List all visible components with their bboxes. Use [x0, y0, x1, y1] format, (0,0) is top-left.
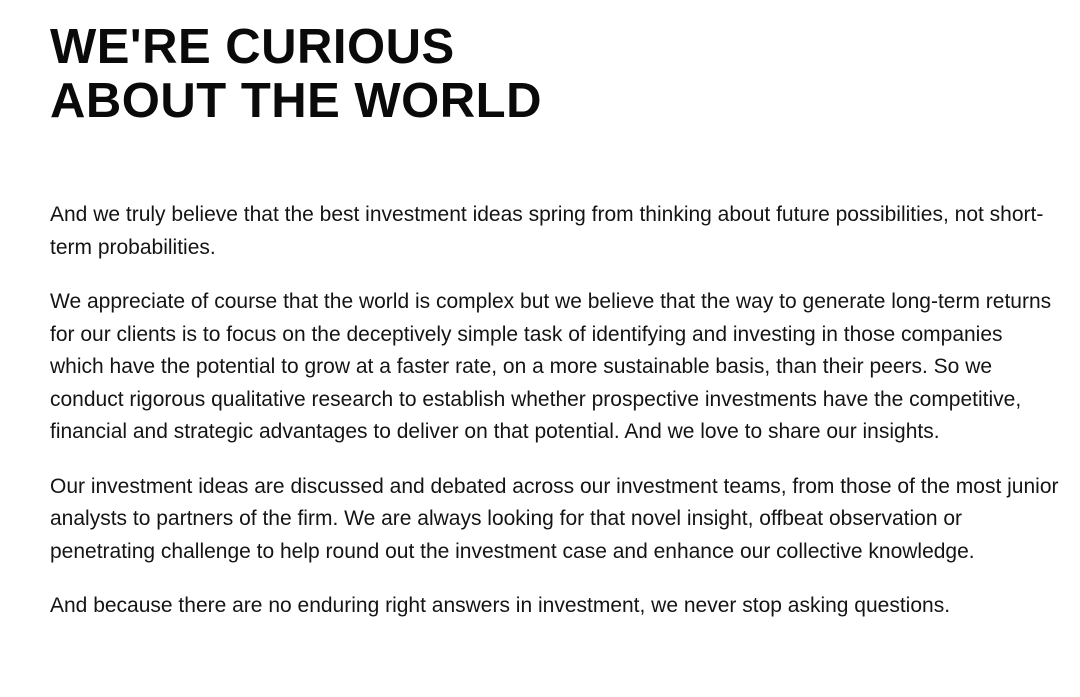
body-copy: And we truly believe that the best inves…: [50, 199, 1060, 645]
page-title: WE'RE CURIOUS ABOUT THE WORLD: [50, 20, 542, 128]
paragraph-closing: And because there are no enduring right …: [50, 594, 951, 617]
page-title-line-1: WE'RE CURIOUS: [50, 20, 455, 74]
page-title-line-2: ABOUT THE WORLD: [50, 74, 542, 128]
paragraph-debate: Our investment ideas are discussed and d…: [50, 474, 1059, 563]
paragraph-approach: We appreciate of course that the world i…: [50, 290, 1052, 443]
paragraph-intro: And we truly believe that the best inves…: [50, 203, 1044, 259]
